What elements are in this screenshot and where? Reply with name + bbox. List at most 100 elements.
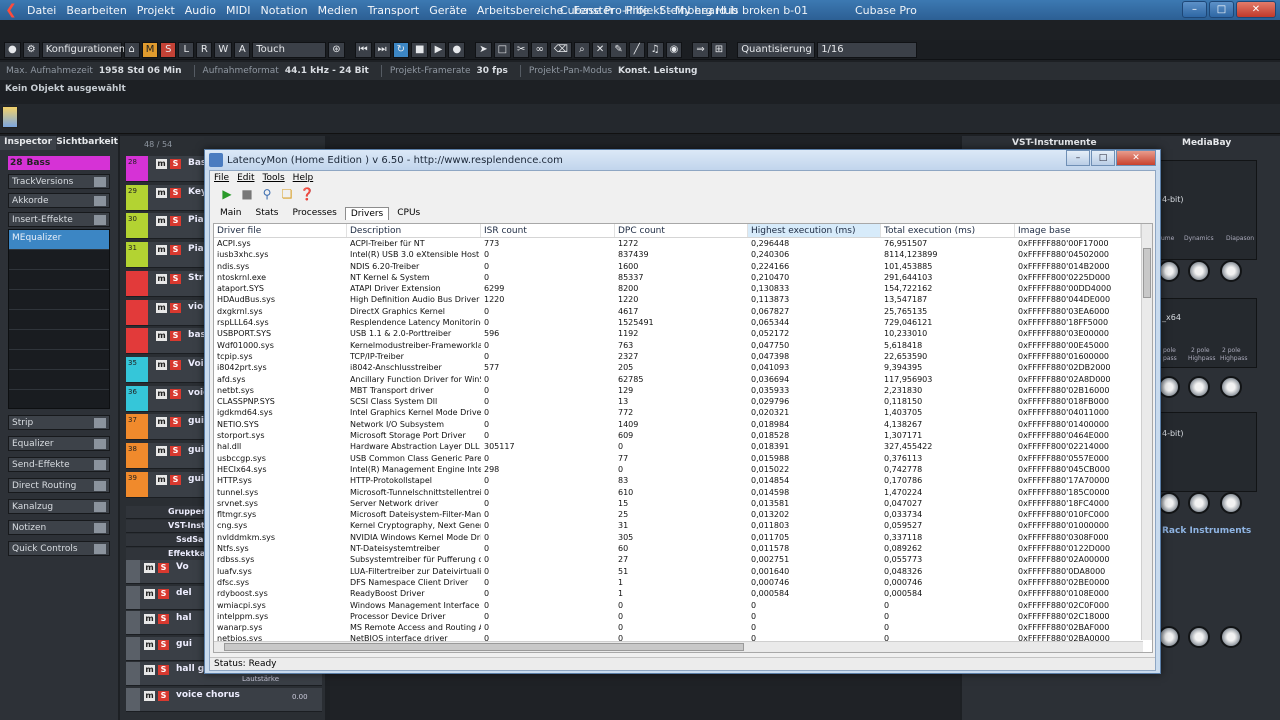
diapason-knob[interactable] xyxy=(1220,260,1242,282)
insert-slot-4[interactable] xyxy=(9,290,109,310)
grid-type-icon[interactable]: ⊞ xyxy=(710,41,728,58)
column-header-6[interactable]: Image base xyxy=(1015,224,1141,237)
dynamics-knob[interactable] xyxy=(1188,260,1210,282)
table-row[interactable]: USBPORT.SYS USB 1.1 & 2.0-Porttreiber 596 1… xyxy=(214,328,1152,339)
snap-icon[interactable]: ⇒ xyxy=(692,41,709,58)
table-row[interactable]: tunnel.sys Microsoft-Tunnelschnittstellen… xyxy=(214,487,1152,498)
table-row[interactable]: Wdf01000.sys Kernelmodustreiber-Framework… xyxy=(214,340,1152,351)
help-icon[interactable]: ❓ xyxy=(300,187,315,201)
table-row[interactable]: hal.dll Hardware Abstraction Layer DLL 305… xyxy=(214,441,1152,452)
table-row[interactable]: HTTP.sys HTTP-Protokollstapel 0 83 0,014854 0… xyxy=(214,475,1152,486)
insert-slot-6[interactable] xyxy=(9,330,109,350)
table-row[interactable]: intelppm.sys Processor Device Driver 0 0 0 0 0… xyxy=(214,611,1152,622)
vertical-scrollbar[interactable] xyxy=(1141,224,1152,640)
table-row[interactable]: luafv.sys LUA-Filtertreiber zur Dateivirt… xyxy=(214,566,1152,577)
windows-icon[interactable]: ❏ xyxy=(280,187,294,201)
quantize-select[interactable]: Quantisierung xyxy=(737,41,816,58)
track-mute-button[interactable]: m xyxy=(144,665,155,675)
audio-track[interactable]: m Svoice chorus 0.00 xyxy=(126,687,322,712)
table-row[interactable]: CLASSPNP.SYS SCSI Class System Dll 0 13 0,02… xyxy=(214,396,1152,407)
split-tool-icon[interactable]: ✂ xyxy=(513,41,530,58)
pan-mode-value[interactable]: Konst. Leistung xyxy=(618,66,697,76)
track-solo-button[interactable]: S xyxy=(170,245,181,256)
lm-menu-item-help[interactable]: Help xyxy=(293,173,314,183)
column-header-2[interactable]: ISR count xyxy=(481,224,615,237)
track-mute-button[interactable]: m xyxy=(144,588,155,599)
menu-item-1[interactable]: Bearbeiten xyxy=(62,4,132,17)
minimize-icon[interactable]: – xyxy=(1182,1,1207,18)
tab-processes[interactable]: Processes xyxy=(286,206,342,220)
table-row[interactable]: i8042prt.sys i8042-Anschlusstreiber 577 205… xyxy=(214,362,1152,373)
insert-slot-1[interactable]: MEqualizer xyxy=(9,230,109,250)
table-row[interactable]: rdyboost.sys ReadyBoost Driver 0 1 0,000584 0… xyxy=(214,588,1152,599)
activate-project-button[interactable]: ● xyxy=(4,41,21,58)
track-solo-button[interactable]: S xyxy=(170,417,181,428)
menu-item-8[interactable]: Geräte xyxy=(425,4,473,17)
settings-icon[interactable]: ⚙ xyxy=(22,41,40,58)
configurations-button[interactable]: Konfigurationen xyxy=(41,41,125,58)
record-icon[interactable]: ● xyxy=(448,41,466,58)
table-row[interactable]: ntoskrnl.exe NT Kernel & System 0 85337 0,21… xyxy=(214,272,1152,283)
play-icon[interactable]: ▶ xyxy=(430,41,447,58)
table-row[interactable]: fltmgr.sys Microsoft Dateisystem-Filter-M… xyxy=(214,509,1152,520)
menu-item-9[interactable]: Arbeitsbereiche xyxy=(473,4,570,17)
track-solo-button[interactable]: S xyxy=(170,474,181,485)
knob-5[interactable] xyxy=(1188,492,1210,514)
knob-7[interactable] xyxy=(1158,626,1180,648)
table-row[interactable]: HDAudBus.sys High Definition Audio Bus Dr… xyxy=(214,294,1152,305)
insert-slot-2[interactable] xyxy=(9,250,109,270)
table-row[interactable]: ACPI.sys ACPI-Treiber für NT 773 1272 0,2964… xyxy=(214,238,1152,249)
project-icon[interactable] xyxy=(2,106,18,128)
table-row[interactable]: nvlddmkm.sys NVIDIA Windows Kernel Mode D… xyxy=(214,532,1152,543)
track-solo-button[interactable]: S xyxy=(170,159,181,169)
inspector-section-top-0[interactable]: TrackVersions xyxy=(8,174,110,189)
insert-slot-5[interactable] xyxy=(9,310,109,330)
table-row[interactable]: ataport.SYS ATAPI Driver Extension 6299 820… xyxy=(214,283,1152,294)
column-header-3[interactable]: DPC count xyxy=(615,224,748,237)
track-mute-button[interactable]: m xyxy=(144,690,155,701)
menu-item-7[interactable]: Transport xyxy=(364,4,426,17)
cycle-icon[interactable]: ↻ xyxy=(392,41,410,58)
tab-stats[interactable]: Stats xyxy=(250,206,285,220)
track-mute-button[interactable]: m xyxy=(156,159,167,169)
quantize-value-select[interactable]: 1/16 xyxy=(817,41,918,58)
zoom-tool-icon[interactable]: ⌕ xyxy=(573,41,590,58)
tab-visibility[interactable]: Sichtbarkeit xyxy=(56,136,118,150)
inspector-section-bottom-3[interactable]: Direct Routing xyxy=(8,478,110,493)
automation-mode-button[interactable]: A xyxy=(234,41,251,58)
insert-slot-8[interactable] xyxy=(9,370,109,390)
insert-slot-3[interactable] xyxy=(9,270,109,290)
track-solo-button[interactable]: S xyxy=(170,446,181,456)
read-mode-button[interactable]: R xyxy=(196,41,213,58)
range-tool-icon[interactable]: □ xyxy=(493,41,512,58)
lm-menu-item-file[interactable]: File xyxy=(214,173,229,183)
column-header-1[interactable]: Description xyxy=(347,224,481,237)
track-mute-button[interactable]: m xyxy=(156,273,167,284)
track-mute-button[interactable]: m xyxy=(156,417,167,428)
track-mute-button[interactable]: m xyxy=(156,216,167,227)
track-mute-button[interactable]: m xyxy=(156,331,167,342)
filter-knob-1[interactable] xyxy=(1158,376,1180,398)
write-mode-button[interactable]: W xyxy=(214,41,233,58)
track-mute-button[interactable]: m xyxy=(156,187,167,198)
pointer-tool-icon[interactable]: ➤ xyxy=(475,41,492,58)
table-row[interactable]: ndis.sys NDIS 6.20-Treiber 0 1600 0,224166 10… xyxy=(214,261,1152,272)
find-icon[interactable]: ⚲ xyxy=(260,187,274,201)
play-tool-icon[interactable]: ♫ xyxy=(646,41,664,58)
inspector-section-bottom-4[interactable]: Kanalzug xyxy=(8,499,110,514)
menu-item-5[interactable]: Notation xyxy=(256,4,313,17)
table-row[interactable]: dxgkrnl.sys DirectX Graphics Kernel 0 4617 0… xyxy=(214,306,1152,317)
track-solo-button[interactable]: S xyxy=(158,665,169,675)
filter-knob-2[interactable] xyxy=(1188,376,1210,398)
filter-knob-3[interactable] xyxy=(1220,376,1242,398)
knob-9[interactable] xyxy=(1220,626,1242,648)
inspector-section-top-1[interactable]: Akkorde xyxy=(8,193,110,208)
mute-tool-icon[interactable]: ✕ xyxy=(591,41,609,58)
grid-icon[interactable]: ⊛ xyxy=(328,41,345,58)
knob-4[interactable] xyxy=(1158,492,1180,514)
lm-menu-item-edit[interactable]: Edit xyxy=(237,173,254,183)
inspector-section-bottom-0[interactable]: Strip xyxy=(8,415,110,430)
tab-drivers[interactable]: Drivers xyxy=(344,207,390,220)
inspector-section-bottom-1[interactable]: Equalizer xyxy=(8,436,110,451)
volume-knob[interactable] xyxy=(1158,260,1180,282)
